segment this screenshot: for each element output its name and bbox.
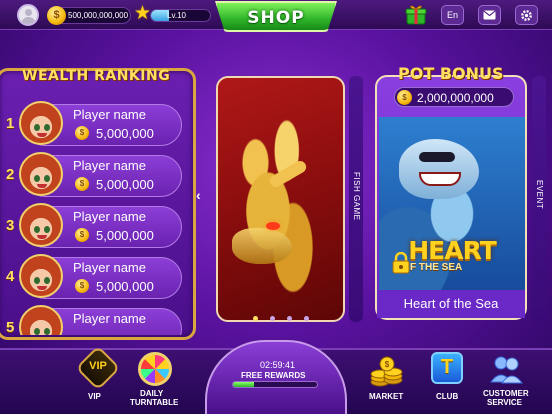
free-rewards-label: FREE REWARDS xyxy=(241,371,306,380)
shark-mouth xyxy=(419,172,461,186)
shark-art xyxy=(399,139,479,199)
gift-icon[interactable] xyxy=(405,3,427,25)
pot-bonus-title: POT BONUS xyxy=(398,64,504,83)
user-avatar-icon[interactable] xyxy=(17,4,39,26)
player-amount: 5,000,000 xyxy=(96,279,154,294)
coin-icon: $ xyxy=(397,90,412,105)
turntable-label-2: TURNTABLE xyxy=(130,398,179,407)
market-label: MARKET xyxy=(369,392,404,401)
carousel-dots xyxy=(253,308,321,326)
dragon-art xyxy=(232,228,292,264)
player-name: Player name xyxy=(73,107,146,122)
level-label: Lv.10 xyxy=(167,11,186,20)
rank-number: 4 xyxy=(6,268,15,285)
coin-icon: $ xyxy=(75,177,89,191)
dragon-eye xyxy=(266,222,280,230)
ranking-row[interactable]: 5 Player name xyxy=(0,305,196,335)
svg-text:$: $ xyxy=(385,360,390,369)
ranking-row[interactable]: 3 Player name $ 5,000,000 xyxy=(0,203,196,248)
club-label: CLUB xyxy=(436,392,459,401)
player-avatar[interactable] xyxy=(19,203,63,247)
pot-bonus-amount: 2,000,000,000 xyxy=(417,91,494,105)
player-amount: 5,000,000 xyxy=(96,177,154,192)
mail-icon[interactable] xyxy=(478,5,501,25)
fish-game-tab-label: FISH GAME xyxy=(352,172,361,221)
rank-number: 5 xyxy=(6,319,15,335)
rank-number: 3 xyxy=(6,217,15,234)
fish-game-card[interactable] xyxy=(216,76,345,322)
player-name: Player name xyxy=(73,158,146,173)
coin-icon: $ xyxy=(75,126,89,140)
customer-service-icon[interactable] xyxy=(489,354,523,384)
shop-button[interactable]: SHOP xyxy=(215,1,337,32)
coin-amount: 500,000,000,000 xyxy=(68,11,129,20)
level-bar: Lv.10 xyxy=(150,9,211,22)
player-avatar[interactable] xyxy=(19,254,63,298)
rank-number: 2 xyxy=(6,166,15,183)
top-bar: $ 500,000,000,000 ★ Lv.10 SHOP En xyxy=(0,0,552,32)
vip-label: VIP xyxy=(88,392,101,401)
event-card[interactable] xyxy=(375,75,527,320)
market-coins-icon[interactable]: $ xyxy=(370,356,404,388)
sunglasses-icon xyxy=(419,152,455,162)
lock-icon xyxy=(392,252,410,274)
event-caption: Heart of the Sea xyxy=(377,290,525,318)
turntable-label-1: DAILY xyxy=(140,389,164,398)
carousel-dot[interactable] xyxy=(253,316,258,321)
fish-game-tab[interactable]: FISH GAME xyxy=(349,76,363,322)
player-avatar[interactable] xyxy=(19,152,63,196)
event-tab[interactable]: EVENT xyxy=(532,76,546,322)
player-name: Player name xyxy=(73,260,146,275)
coin-icon: $ xyxy=(47,6,66,25)
language-button[interactable]: En xyxy=(441,5,464,25)
dragon-art xyxy=(267,158,309,190)
carousel-dot[interactable] xyxy=(270,316,275,321)
rewards-progress-bar xyxy=(232,381,318,388)
player-amount: 5,000,000 xyxy=(96,228,154,243)
coin-icon: $ xyxy=(75,228,89,242)
coin-icon: $ xyxy=(75,279,89,293)
turntable-icon[interactable] xyxy=(138,352,172,386)
event-tab-label: EVENT xyxy=(535,180,544,210)
vip-badge-text: VIP xyxy=(89,360,107,372)
carousel-dot[interactable] xyxy=(287,316,292,321)
customer-service-label-2: SERVICE xyxy=(487,398,522,407)
ranking-row[interactable]: 4 Player name $ 5,000,000 xyxy=(0,254,196,299)
star-icon: ★ xyxy=(134,3,152,24)
player-name: Player name xyxy=(73,311,146,326)
rank-number: 1 xyxy=(6,115,15,132)
player-amount: 5,000,000 xyxy=(96,126,154,141)
ranking-row[interactable]: 1 Player name $ 5,000,000 xyxy=(0,101,196,146)
pot-bonus-amount-pill: $ 2,000,000,000 xyxy=(394,87,514,107)
customer-service-label-1: CUSTOMER xyxy=(483,389,529,398)
carousel-dot[interactable] xyxy=(304,316,309,321)
chevron-left-icon[interactable]: ‹ xyxy=(196,187,201,203)
ranking-title: WEALTH RANKING xyxy=(22,68,171,84)
rewards-timer: 02:59:41 xyxy=(260,360,296,370)
coin-balance: $ 500,000,000,000 xyxy=(47,6,131,25)
ranking-row[interactable]: 2 Player name $ 5,000,000 xyxy=(0,152,196,197)
player-name: Player name xyxy=(73,209,146,224)
heart-of-the-sea-logo-sub: F THE SEA xyxy=(410,262,463,273)
rewards-progress-fill xyxy=(233,382,254,387)
gear-icon[interactable] xyxy=(515,5,538,25)
club-icon[interactable]: T xyxy=(431,352,463,384)
player-avatar[interactable] xyxy=(19,101,63,145)
